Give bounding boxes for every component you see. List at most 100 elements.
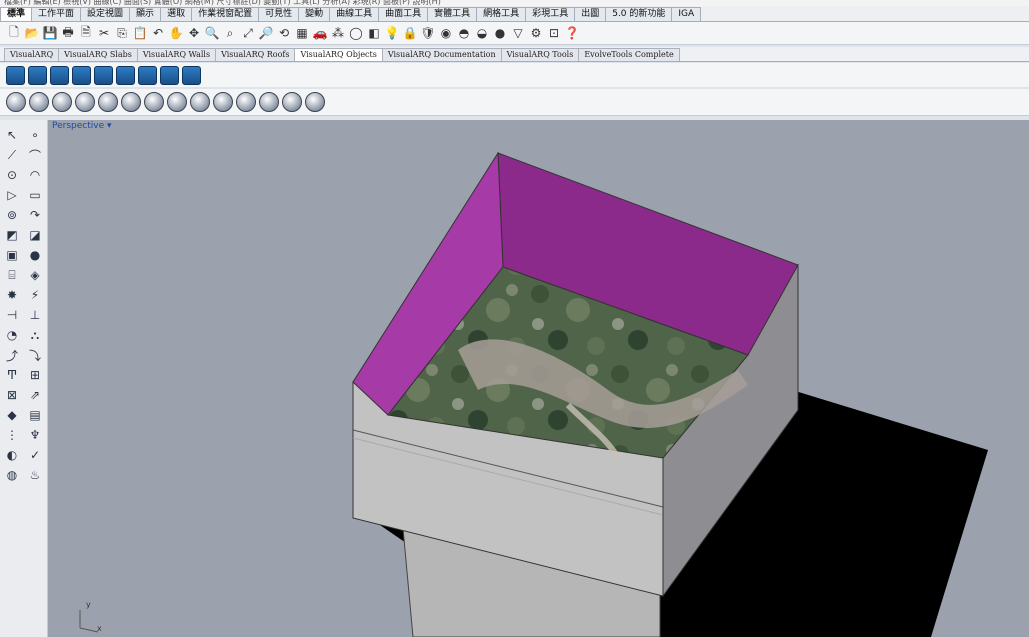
surface-icon[interactable]: ◩ (3, 226, 21, 244)
ellipse-icon[interactable]: ⊚ (3, 206, 21, 224)
tab-iga[interactable]: IGA (671, 7, 702, 21)
zoom-extents-icon[interactable]: ⤢ (240, 25, 256, 41)
chamfer-icon[interactable]: ⛬ (26, 326, 44, 344)
zoom-selected-icon[interactable]: 🔎 (258, 25, 274, 41)
circle-tool-icon[interactable]: ⊙ (3, 166, 21, 184)
rotate-view-icon[interactable]: ⟲ (276, 25, 292, 41)
roof-icon[interactable] (160, 65, 179, 85)
grid-dots-icon[interactable]: ⋮ (3, 426, 21, 444)
blue-sphere-icon[interactable]: ● (492, 25, 508, 41)
zoom-window-icon[interactable]: ⌕ (222, 25, 238, 41)
arc-icon[interactable]: ◠ (26, 166, 44, 184)
text-icon[interactable]: Ͳ (3, 366, 21, 384)
perspective-viewport[interactable]: Perspective ▾ y x (48, 120, 1029, 637)
tab-visualarq-documentation[interactable]: VisualARQ Documentation (381, 48, 502, 61)
analyze-icon[interactable]: ◐ (3, 446, 21, 464)
undo-icon[interactable]: ↶ (150, 25, 166, 41)
points-icon[interactable]: ⁂ (330, 25, 346, 41)
tab-visualarq-walls[interactable]: VisualARQ Walls (136, 48, 217, 61)
hatch-icon[interactable]: ▤ (26, 406, 44, 424)
trim-icon[interactable]: ⊣ (3, 306, 21, 324)
point-icon[interactable]: ∘ (26, 126, 44, 144)
render-mode-9-icon[interactable] (190, 92, 210, 112)
triangle-icon[interactable]: ▷ (3, 186, 21, 204)
solid-icon[interactable]: ◆ (3, 406, 21, 424)
wall-icon[interactable] (6, 65, 25, 85)
paste-icon[interactable]: 📋 (132, 25, 148, 41)
filter-icon[interactable]: ▽ (510, 25, 526, 41)
render-mode-2-icon[interactable] (29, 92, 49, 112)
tab-display[interactable]: 顯示 (129, 7, 162, 21)
tab-visibility[interactable]: 可見性 (258, 7, 300, 21)
options-icon[interactable]: ⊡ (546, 25, 562, 41)
railing-icon[interactable] (138, 65, 157, 85)
align-icon[interactable]: ♆ (26, 426, 44, 444)
circle-icon[interactable]: ◯ (348, 25, 364, 41)
tab-standard[interactable]: 標準 (0, 7, 33, 21)
loft-icon[interactable]: ◪ (26, 226, 44, 244)
render-mode-3-icon[interactable] (52, 92, 72, 112)
curve-icon[interactable]: ⌒ (26, 146, 44, 164)
help-icon[interactable]: ❓ (564, 25, 580, 41)
new-file-icon[interactable]: 🗋 (6, 25, 22, 41)
polyline-icon[interactable]: ⟋ (3, 146, 21, 164)
color-wheel-icon[interactable]: ◉ (438, 25, 454, 41)
fillet-icon[interactable]: ◔ (3, 326, 21, 344)
cut-icon[interactable]: ✂ (96, 25, 112, 41)
open-folder-icon[interactable]: 📂 (24, 25, 40, 41)
tab-viewport-layout[interactable]: 作業視窗配置 (191, 7, 260, 21)
mesh-icon[interactable]: ◈ (26, 266, 44, 284)
door-icon[interactable] (72, 65, 91, 85)
split-icon[interactable]: ⊥ (26, 306, 44, 324)
boolean-icon[interactable]: ⚡ (26, 286, 44, 304)
explode-icon[interactable]: ✸ (3, 286, 21, 304)
tab-set-view[interactable]: 設定視圖 (80, 7, 131, 21)
render-tool-icon[interactable]: ◍ (3, 466, 21, 484)
rectangle-icon[interactable]: ▭ (26, 186, 44, 204)
box-icon[interactable]: ▣ (3, 246, 21, 264)
slab-icon[interactable] (28, 65, 47, 85)
tab-visualarq-tools[interactable]: VisualARQ Tools (500, 48, 580, 61)
render-mode-5-icon[interactable] (98, 92, 118, 112)
tab-visualarq-slabs[interactable]: VisualARQ Slabs (58, 48, 138, 61)
sphere-icon[interactable]: ● (26, 246, 44, 264)
dimension-icon[interactable]: ⊞ (26, 366, 44, 384)
render-mode-14-icon[interactable] (305, 92, 325, 112)
extend-icon[interactable]: ⤵ (26, 346, 44, 364)
freeform-icon[interactable]: ↷ (26, 206, 44, 224)
plugin-icon[interactable]: ⚙ (528, 25, 544, 41)
tab-drafting[interactable]: 出圖 (574, 7, 607, 21)
render-sphere-icon[interactable]: ◓ (456, 25, 472, 41)
tab-mesh-tools[interactable]: 網格工具 (476, 7, 527, 21)
tab-cplanes[interactable]: 工作平面 (31, 7, 82, 21)
print-icon[interactable]: 🖶 (60, 25, 76, 41)
layer-icon[interactable]: ◧ (366, 25, 382, 41)
tab-solid-tools[interactable]: 實體工具 (427, 7, 478, 21)
save-icon[interactable]: 💾 (42, 25, 58, 41)
grid-icon[interactable]: ▦ (294, 25, 310, 41)
render-mode-13-icon[interactable] (282, 92, 302, 112)
check-icon[interactable]: ✓ (26, 446, 44, 464)
move-cross-icon[interactable]: ✥ (186, 25, 202, 41)
render-mode-4-icon[interactable] (75, 92, 95, 112)
render-mode-1-icon[interactable] (6, 92, 26, 112)
window-icon[interactable] (94, 65, 113, 85)
render-mode-10-icon[interactable] (213, 92, 233, 112)
render-mode-11-icon[interactable] (236, 92, 256, 112)
move-icon[interactable]: ⇗ (26, 386, 44, 404)
tab-new-in-v5[interactable]: 5.0 的新功能 (605, 7, 673, 21)
array-icon[interactable]: ⊠ (3, 386, 21, 404)
page-icon[interactable]: 🗎 (78, 25, 94, 41)
cylinder-icon[interactable]: ⌸ (3, 266, 21, 284)
car-icon[interactable]: 🚗 (312, 25, 328, 41)
render-mode-7-icon[interactable] (144, 92, 164, 112)
copy-icon[interactable]: ⎘ (114, 25, 130, 41)
select-arrow-icon[interactable]: ↖ (3, 126, 21, 144)
stair-icon[interactable] (182, 65, 201, 85)
paint-icon[interactable]: ♨ (26, 466, 44, 484)
offset-icon[interactable]: ⤴ (3, 346, 21, 364)
tab-transform[interactable]: 變動 (298, 7, 331, 21)
tab-curve-tools[interactable]: 曲線工具 (329, 7, 380, 21)
tab-visualarq[interactable]: VisualARQ (4, 48, 60, 61)
lock-icon[interactable]: 🔒 (402, 25, 418, 41)
